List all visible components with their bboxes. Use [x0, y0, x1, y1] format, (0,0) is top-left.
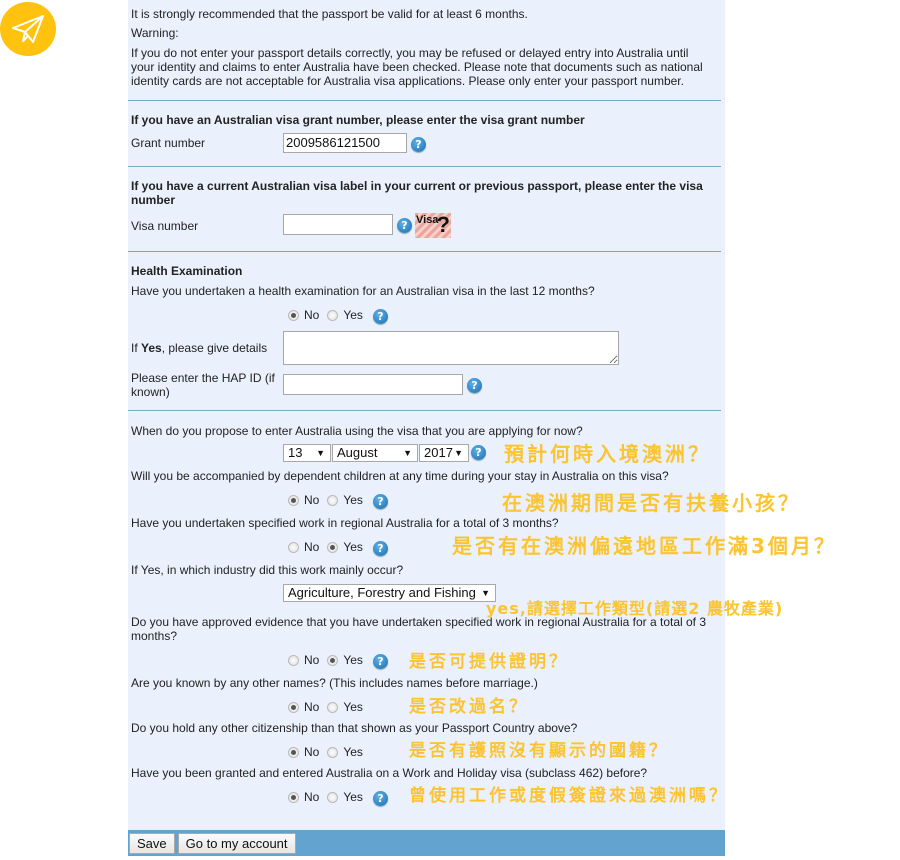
children-radio-group: No Yes: [288, 493, 371, 507]
hap-id-input[interactable]: [283, 374, 463, 395]
paper-plane-logo: [0, 2, 56, 56]
citizenship-question: Do you hold any other citizenship than t…: [131, 721, 578, 735]
grant-heading: If you have an Australian visa grant num…: [131, 113, 585, 127]
whv-no-radio[interactable]: [288, 791, 299, 803]
divider: [128, 100, 721, 101]
health-details-textarea[interactable]: [283, 331, 619, 365]
other-names-no-radio[interactable]: [288, 701, 299, 713]
visa-number-input[interactable]: [283, 214, 393, 235]
help-icon[interactable]: ?: [373, 654, 388, 669]
divider: [128, 166, 721, 167]
other-names-question: Are you known by any other names? (This …: [131, 676, 538, 690]
regional-work-yes-radio[interactable]: [327, 541, 339, 553]
children-no-radio[interactable]: [288, 494, 299, 506]
whv-question: Have you been granted and entered Austra…: [131, 766, 648, 780]
citizenship-no-radio[interactable]: [288, 746, 299, 758]
passport-validity-text: It is strongly recommended that the pass…: [131, 7, 528, 21]
question-mark-icon: ?: [436, 212, 450, 237]
other-names-radio-group: No Yes: [288, 700, 371, 714]
visa-label-heading-2: number: [131, 193, 176, 207]
help-icon[interactable]: ?: [411, 137, 426, 152]
health-details-label: If Yes, please give details: [131, 341, 268, 355]
industry-question: If Yes, in which industry did this work …: [131, 563, 404, 577]
children-question: Will you be accompanied by dependent chi…: [131, 469, 669, 483]
children-yes-radio[interactable]: [327, 494, 339, 506]
help-icon[interactable]: ?: [397, 218, 412, 233]
annotation-other-names: 是否改過名？: [409, 697, 529, 717]
warning-text-2: your identity and claims to enter Austra…: [131, 60, 703, 74]
industry-select[interactable]: Agriculture, Forestry and Fishing ▼: [283, 584, 496, 602]
paper-plane-icon: [12, 15, 44, 43]
warning-label: Warning:: [131, 26, 179, 40]
whv-radio-group: No Yes: [288, 790, 371, 804]
hap-id-label-2: known): [131, 385, 170, 399]
divider: [128, 410, 721, 411]
citizenship-radio-group: No Yes: [288, 745, 371, 759]
citizenship-yes-radio[interactable]: [327, 746, 339, 758]
annotation-whv: 曾使用工作或度假簽證來過澳洲嗎？: [409, 786, 729, 806]
divider: [128, 251, 721, 252]
help-icon[interactable]: ?: [373, 541, 388, 556]
warning-text-1: If you do not enter your passport detail…: [131, 46, 689, 60]
health-question: Have you undertaken a health examination…: [131, 284, 595, 298]
whv-yes-radio[interactable]: [327, 791, 339, 803]
annotation-regional-work: 是否有在澳洲偏遠地區工作滿3個月？: [452, 534, 837, 558]
evidence-question-1: Do you have approved evidence that you h…: [131, 615, 707, 629]
help-icon[interactable]: ?: [373, 309, 388, 324]
regional-work-question: Have you undertaken specified work in re…: [131, 516, 559, 530]
entry-day-select[interactable]: 13 ▼: [283, 444, 331, 462]
health-radio-group: No Yes: [288, 308, 371, 322]
entry-year-select[interactable]: 2017 ▼: [419, 444, 469, 462]
help-icon[interactable]: ?: [467, 378, 482, 393]
form-footer: Save Go to my account: [128, 830, 725, 856]
evidence-yes-radio[interactable]: [327, 654, 339, 666]
evidence-radio-group: No Yes: [288, 653, 371, 667]
annotation-children: 在澳洲期間是否有扶養小孩？: [502, 491, 801, 515]
save-button[interactable]: Save: [129, 832, 175, 854]
grant-number-input[interactable]: 2009586121500: [283, 133, 407, 153]
go-to-account-button[interactable]: Go to my account: [177, 832, 296, 854]
health-no-radio[interactable]: [288, 309, 299, 321]
grant-number-label: Grant number: [131, 136, 206, 150]
annotation-citizenship: 是否有護照沒有顯示的國籍？: [409, 741, 669, 761]
evidence-question-2: months?: [131, 629, 178, 643]
visa-label-example-image[interactable]: Visa ?: [415, 213, 451, 238]
regional-work-radio-group: No Yes: [288, 540, 371, 554]
help-icon[interactable]: ?: [373, 791, 388, 806]
help-icon[interactable]: ?: [373, 494, 388, 509]
entry-month-select[interactable]: August ▼: [332, 444, 418, 462]
visa-number-label: Visa number: [131, 219, 199, 233]
annotation-entry-date: 預計何時入境澳洲？: [504, 442, 711, 466]
evidence-no-radio[interactable]: [288, 654, 299, 666]
health-heading: Health Examination: [131, 264, 243, 278]
visa-label-heading-1: If you have a current Australian visa la…: [131, 179, 703, 193]
regional-work-no-radio[interactable]: [288, 541, 299, 553]
health-yes-radio[interactable]: [327, 309, 339, 321]
visa-image-text: Visa: [416, 214, 439, 226]
warning-text-3: identity cards are not acceptable for Au…: [131, 74, 684, 88]
entry-date-question: When do you propose to enter Australia u…: [131, 424, 583, 438]
annotation-evidence: 是否可提供證明？: [409, 652, 569, 672]
help-icon[interactable]: ?: [471, 445, 486, 460]
hap-id-label-1: Please enter the HAP ID (if: [131, 371, 275, 385]
other-names-yes-radio[interactable]: [327, 701, 339, 713]
